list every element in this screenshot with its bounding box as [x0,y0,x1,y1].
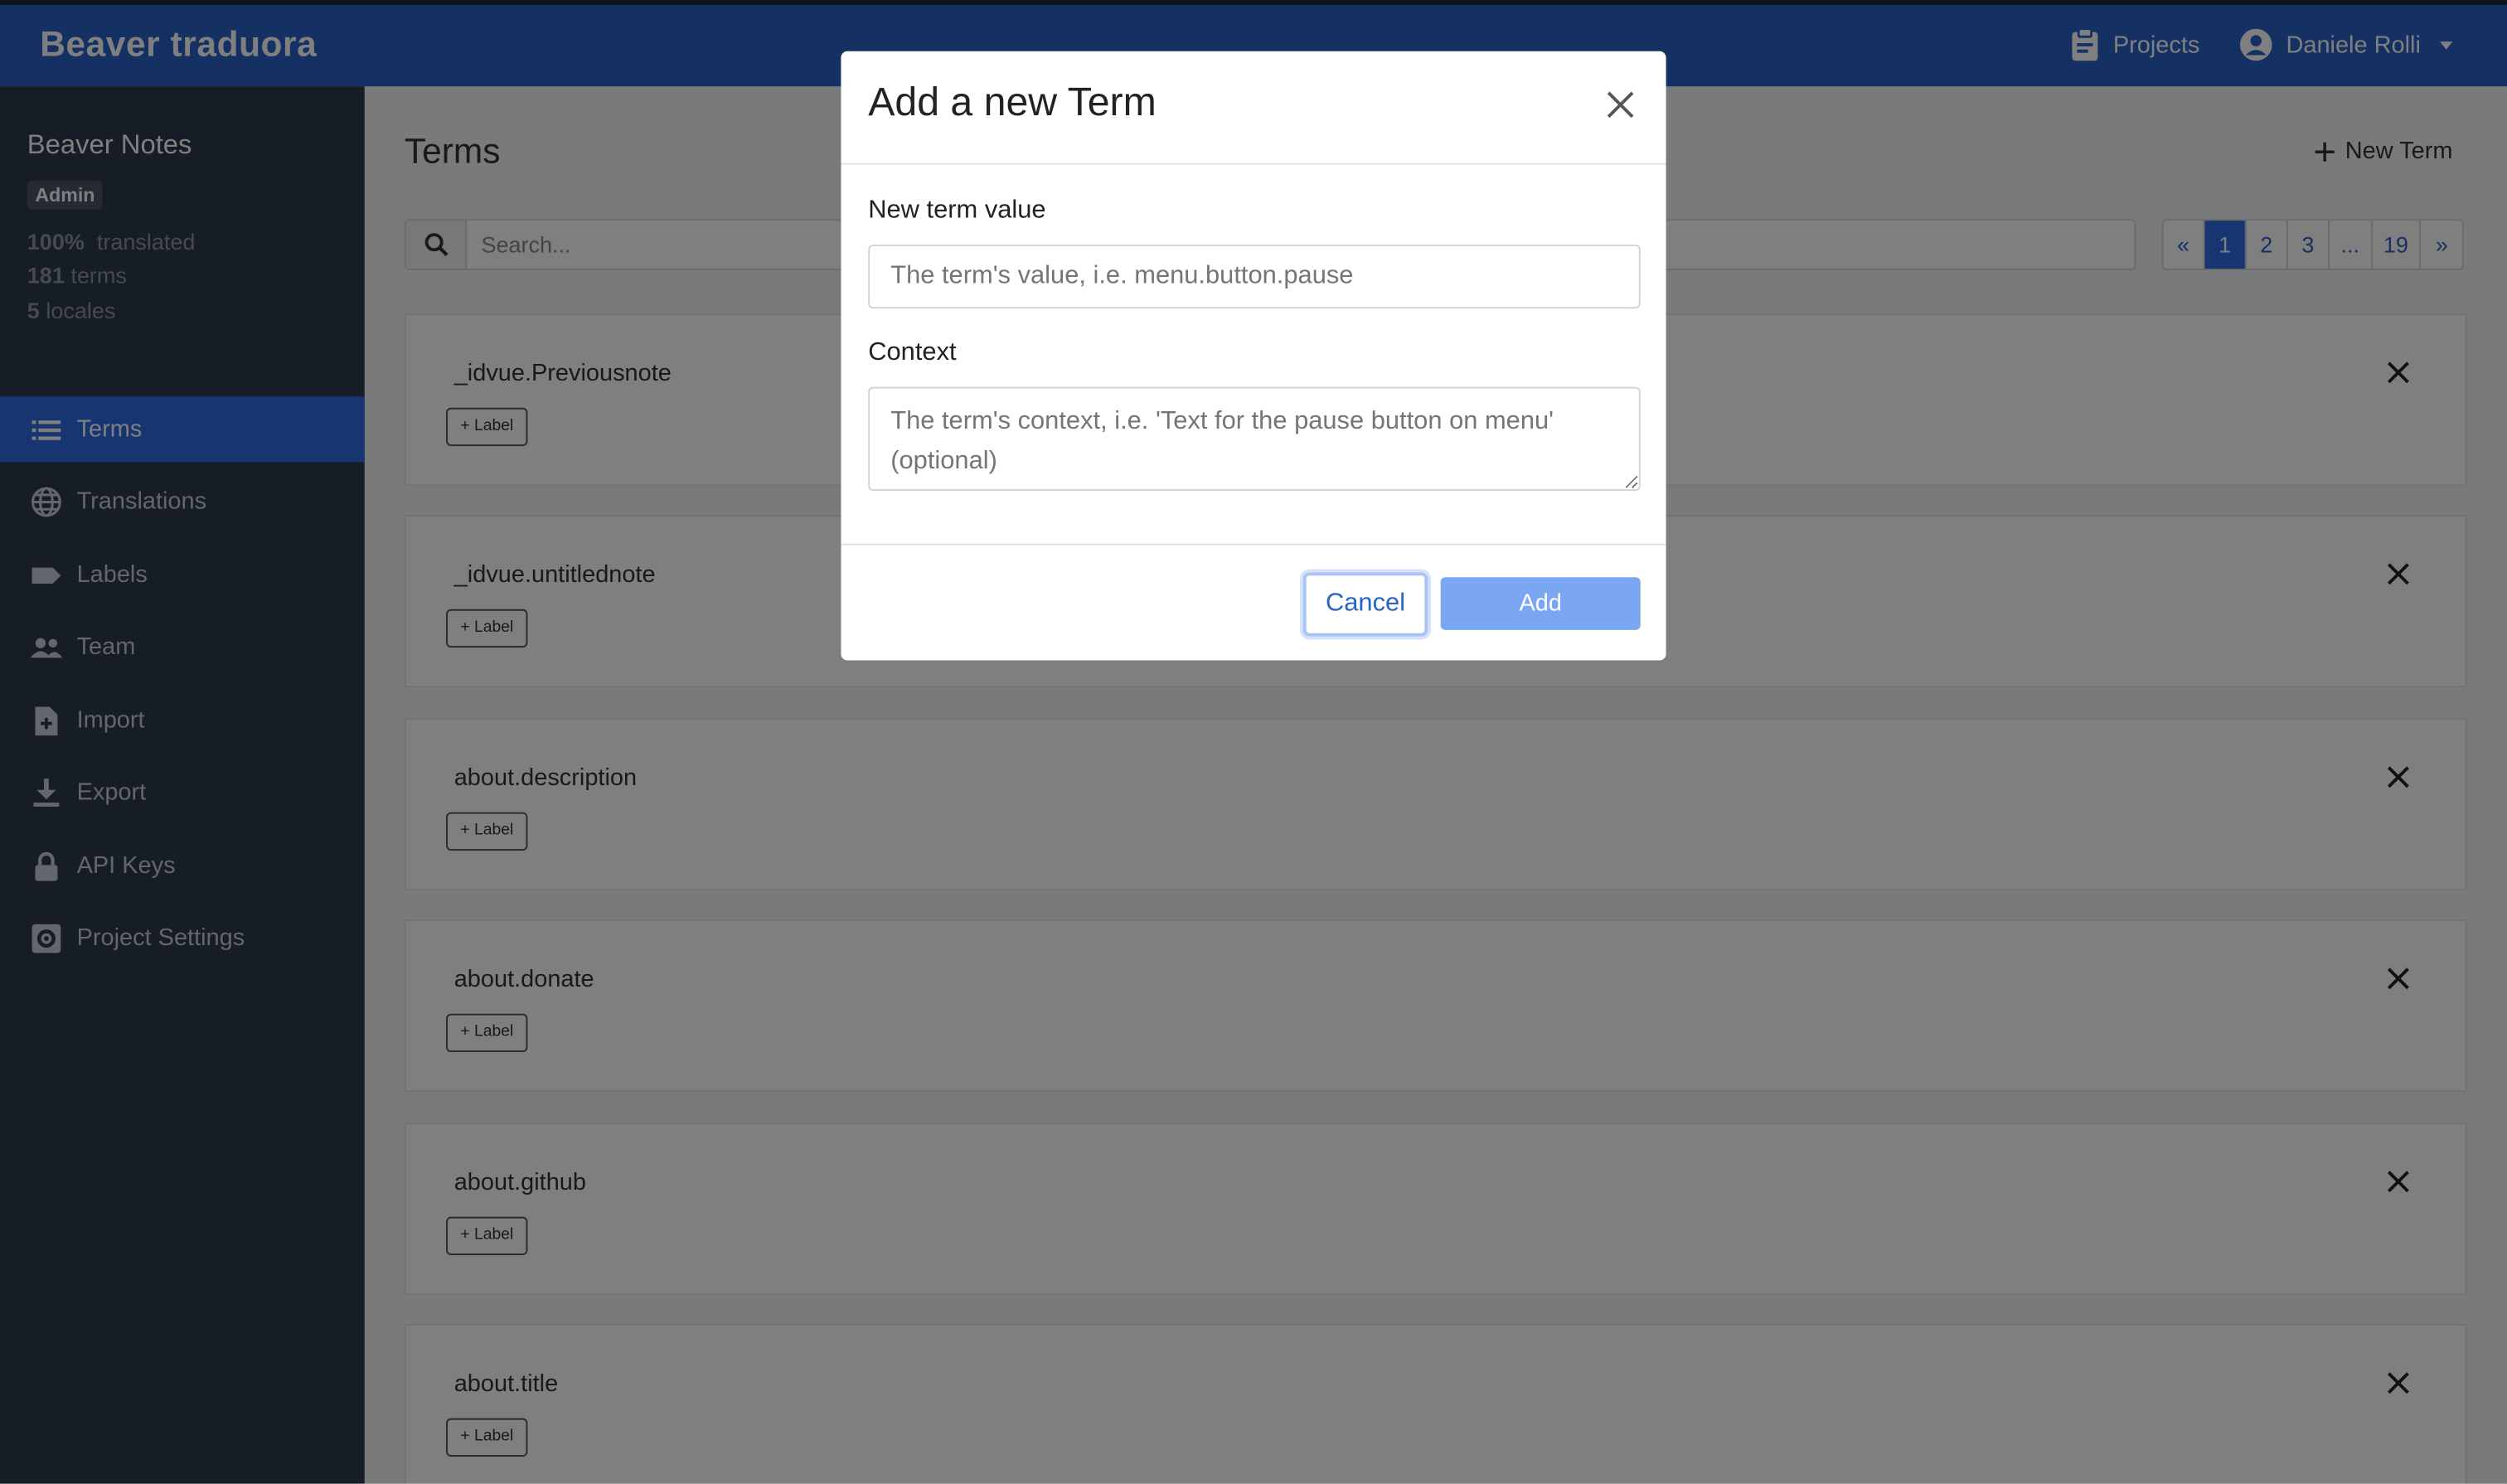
modal-header: Add a new Term [841,51,1666,165]
term-value-input[interactable] [868,245,1641,309]
modal-title: Add a new Term [868,80,1157,125]
modal-footer: Cancel Add [841,543,1666,661]
add-button[interactable]: Add [1440,577,1641,630]
close-icon[interactable] [1605,90,1636,120]
add-term-modal: Add a new Term New term value Context Ca… [841,51,1666,661]
context-label: Context [868,338,957,366]
context-textarea[interactable] [868,386,1641,492]
cancel-button[interactable]: Cancel [1302,572,1428,637]
term-value-label: New term value [868,196,1046,225]
